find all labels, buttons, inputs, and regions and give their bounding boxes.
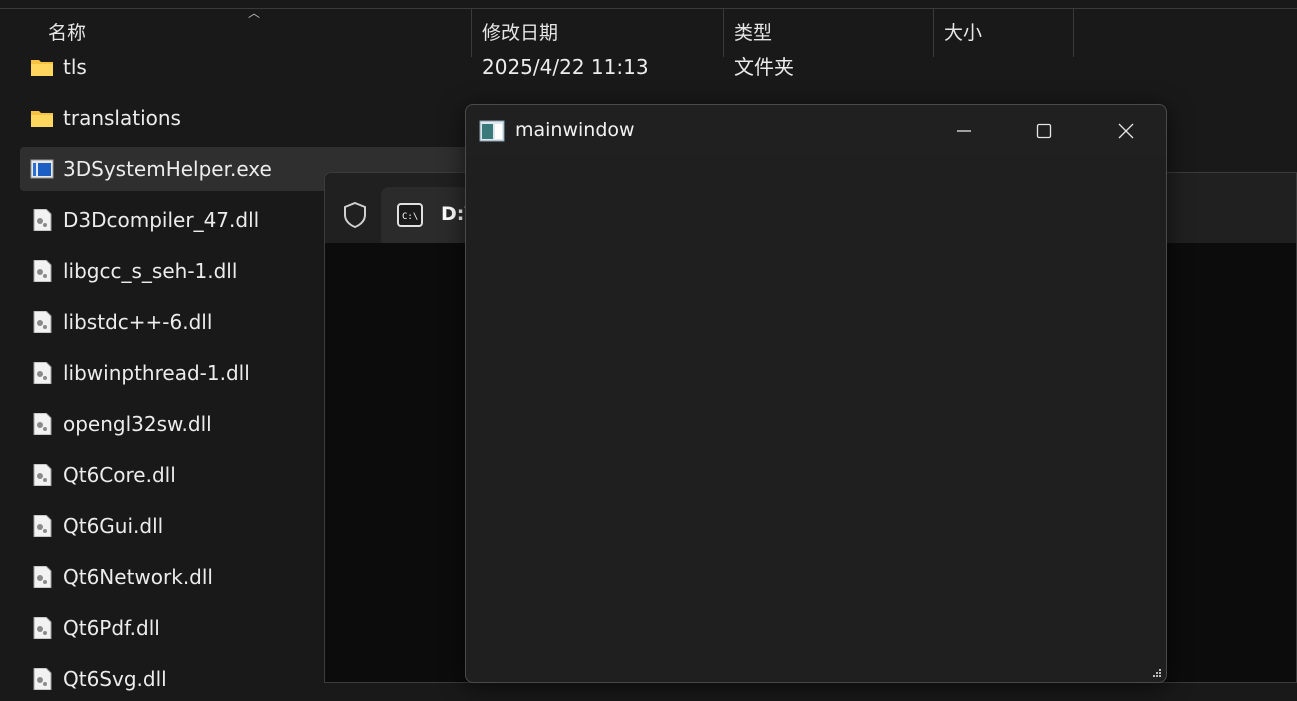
file-name: Qt6Gui.dll bbox=[63, 514, 164, 538]
folder-icon bbox=[31, 60, 53, 76]
dll-icon bbox=[33, 362, 52, 384]
file-row-translations[interactable]: translations bbox=[20, 96, 500, 140]
minimize-icon bbox=[957, 130, 971, 132]
mainwindow[interactable]: mainwindow bbox=[465, 104, 1167, 683]
dll-icon bbox=[33, 464, 52, 486]
dll-icon bbox=[33, 566, 52, 588]
shield-icon[interactable] bbox=[343, 201, 367, 229]
column-header-size[interactable]: 大小 bbox=[934, 9, 1073, 57]
dll-icon bbox=[33, 617, 52, 639]
command-prompt-icon: C:\ bbox=[397, 203, 423, 227]
resize-grip-icon[interactable] bbox=[1152, 668, 1162, 678]
minimize-button[interactable] bbox=[924, 105, 1004, 157]
dll-icon bbox=[33, 209, 52, 231]
file-name: Qt6Core.dll bbox=[63, 463, 176, 487]
file-name: tls bbox=[63, 55, 87, 79]
svg-text:C:\: C:\ bbox=[402, 212, 418, 222]
file-name: libstdc++-6.dll bbox=[63, 310, 213, 334]
close-button[interactable] bbox=[1086, 105, 1166, 157]
maximize-button[interactable] bbox=[1004, 105, 1084, 157]
file-name: libwinpthread-1.dll bbox=[63, 361, 250, 385]
file-row-tls[interactable]: tls 2025/4/22 11:13 文件夹 bbox=[20, 45, 794, 89]
close-icon bbox=[1118, 123, 1134, 139]
dll-icon bbox=[33, 311, 52, 333]
file-type: 文件夹 bbox=[734, 55, 794, 79]
file-name: D3Dcompiler_47.dll bbox=[63, 208, 260, 232]
file-name: libgcc_s_seh-1.dll bbox=[63, 259, 238, 283]
folder-icon bbox=[31, 111, 53, 127]
dll-icon bbox=[33, 260, 52, 282]
file-name: opengl32sw.dll bbox=[63, 412, 212, 436]
app-window-icon bbox=[479, 120, 505, 142]
file-name: translations bbox=[63, 106, 181, 130]
file-name: Qt6Network.dll bbox=[63, 565, 213, 589]
exe-icon bbox=[30, 159, 54, 179]
file-name: Qt6Pdf.dll bbox=[63, 616, 160, 640]
file-name: Qt6Svg.dll bbox=[63, 667, 167, 691]
file-date: 2025/4/22 11:13 bbox=[482, 55, 649, 79]
dll-icon bbox=[33, 668, 52, 690]
dll-icon bbox=[33, 413, 52, 435]
window-client-area[interactable] bbox=[466, 157, 1166, 682]
dll-icon bbox=[33, 515, 52, 537]
maximize-icon bbox=[1036, 123, 1052, 139]
file-name: 3DSystemHelper.exe bbox=[63, 157, 272, 181]
window-title: mainwindow bbox=[515, 119, 635, 141]
column-separator[interactable] bbox=[1073, 9, 1074, 57]
